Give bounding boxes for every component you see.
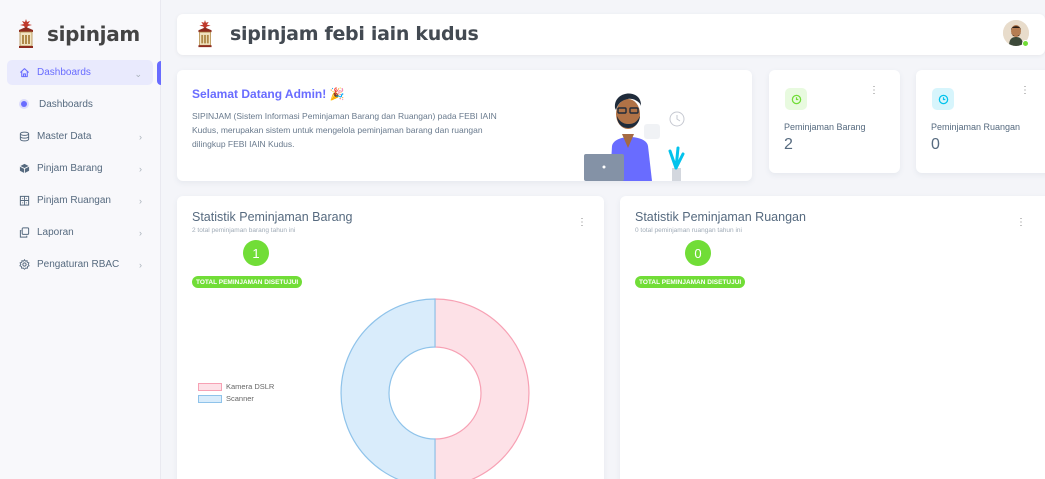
stat-card-peminjaman-ruangan: ⋮ Peminjaman Ruangan 0 (916, 70, 1045, 173)
chart-subtitle: 0 total peminjaman ruangan tahun ini (635, 227, 742, 234)
copy-icon (18, 226, 30, 238)
page-title: sipinjam febi iain kudus (230, 23, 479, 45)
donut-slice-kamera-dslr[interactable] (434, 298, 530, 479)
chart-title: Statistik Peminjaman Ruangan (635, 210, 806, 224)
logo-icon (198, 19, 212, 48)
donut-chart (340, 298, 530, 479)
sidebar-item-label: Pengaturan RBAC (37, 258, 120, 270)
sidebar-menu: Dashboards ⌄ Dashboards Master Data › Pi… (0, 60, 161, 283)
legend-item[interactable]: Kamera DSLR (198, 382, 274, 391)
database-icon (18, 130, 30, 142)
sidebar-item-label: Laporan (37, 226, 74, 238)
legend-label: Scanner (226, 394, 254, 403)
sidebar-item-laporan[interactable]: Laporan › (7, 219, 153, 245)
more-options-icon[interactable]: ⋮ (869, 85, 879, 96)
chevron-right-icon: › (139, 260, 142, 270)
clock-icon (932, 88, 954, 110)
legend-swatch (198, 382, 222, 391)
active-indicator (157, 61, 161, 85)
sidebar-item-pinjam-barang[interactable]: Pinjam Barang › (7, 155, 153, 181)
more-options-icon[interactable]: ⋮ (577, 217, 587, 228)
more-options-icon[interactable]: ⋮ (1016, 217, 1026, 228)
online-status-indicator (1022, 40, 1029, 47)
stat-value: 0 (931, 136, 940, 153)
legend-item[interactable]: Scanner (198, 394, 274, 403)
stat-label: Peminjaman Barang (784, 122, 866, 132)
donut-slice-scanner[interactable] (340, 298, 436, 479)
approved-count: 1 (243, 240, 269, 266)
chart-card-peminjaman-barang: Statistik Peminjaman Barang 2 total pemi… (177, 196, 604, 479)
sidebar-item-label: Pinjam Ruangan (37, 194, 111, 206)
stat-label: Peminjaman Ruangan (931, 122, 1021, 132)
sidebar-item-label: Pinjam Barang (37, 162, 103, 174)
clock-icon (785, 88, 807, 110)
chart-card-peminjaman-ruangan: Statistik Peminjaman Ruangan 0 total pem… (620, 196, 1045, 479)
sidebar-item-dashboards[interactable]: Dashboards ⌄ (7, 60, 153, 85)
approved-badge: TOTAL PEMINJAMAN DISETUJUI (192, 276, 303, 288)
approved-badge: TOTAL PEMINJAMAN DISETUJUI (635, 276, 746, 288)
legend-swatch (198, 394, 222, 403)
chevron-down-icon: ⌄ (134, 69, 142, 79)
chevron-right-icon: › (139, 228, 142, 238)
chevron-right-icon: › (139, 196, 142, 206)
sidebar-item-pengaturan-rbac[interactable]: Pengaturan RBAC › (7, 251, 153, 277)
sidebar-item-label: Dashboards (39, 98, 93, 110)
stat-card-peminjaman-barang: ⋮ Peminjaman Barang 2 (769, 70, 900, 173)
sidebar: sipinjam Dashboards ⌄ Dashboards Master … (0, 0, 161, 479)
stat-value: 2 (784, 136, 793, 153)
approved-count: 0 (685, 240, 711, 266)
welcome-title: Selamat Datang Admin! 🎉 (192, 87, 345, 101)
sidebar-item-master-data[interactable]: Master Data › (7, 123, 153, 149)
chart-title: Statistik Peminjaman Barang (192, 210, 353, 224)
home-icon (18, 67, 30, 79)
welcome-card: Selamat Datang Admin! 🎉 SIPINJAM (Sistem… (177, 70, 752, 181)
dot-icon (21, 101, 27, 107)
brand[interactable]: sipinjam (17, 18, 140, 50)
box-icon (18, 162, 30, 174)
top-navbar: sipinjam febi iain kudus (177, 14, 1045, 55)
chevron-right-icon: › (139, 132, 142, 142)
sidebar-item-label: Master Data (37, 130, 92, 142)
sidebar-subitem-dashboards[interactable]: Dashboards (7, 91, 153, 117)
chevron-right-icon: › (139, 164, 142, 174)
man-with-laptop-illustration (584, 93, 685, 181)
legend-label: Kamera DSLR (226, 382, 275, 391)
building-icon (18, 194, 30, 206)
chart-subtitle: 2 total peminjaman barang tahun ini (192, 227, 296, 234)
gear-icon (18, 258, 30, 270)
chart-legend: Kamera DSLR Scanner (198, 382, 274, 406)
more-options-icon[interactable]: ⋮ (1020, 85, 1030, 96)
brand-name: sipinjam (47, 22, 140, 46)
sidebar-item-pinjam-ruangan[interactable]: Pinjam Ruangan › (7, 187, 153, 213)
sidebar-item-label: Dashboards (37, 67, 91, 78)
welcome-description: SIPINJAM (Sistem Informasi Peminjaman Ba… (192, 111, 497, 149)
logo-icon (19, 19, 33, 48)
